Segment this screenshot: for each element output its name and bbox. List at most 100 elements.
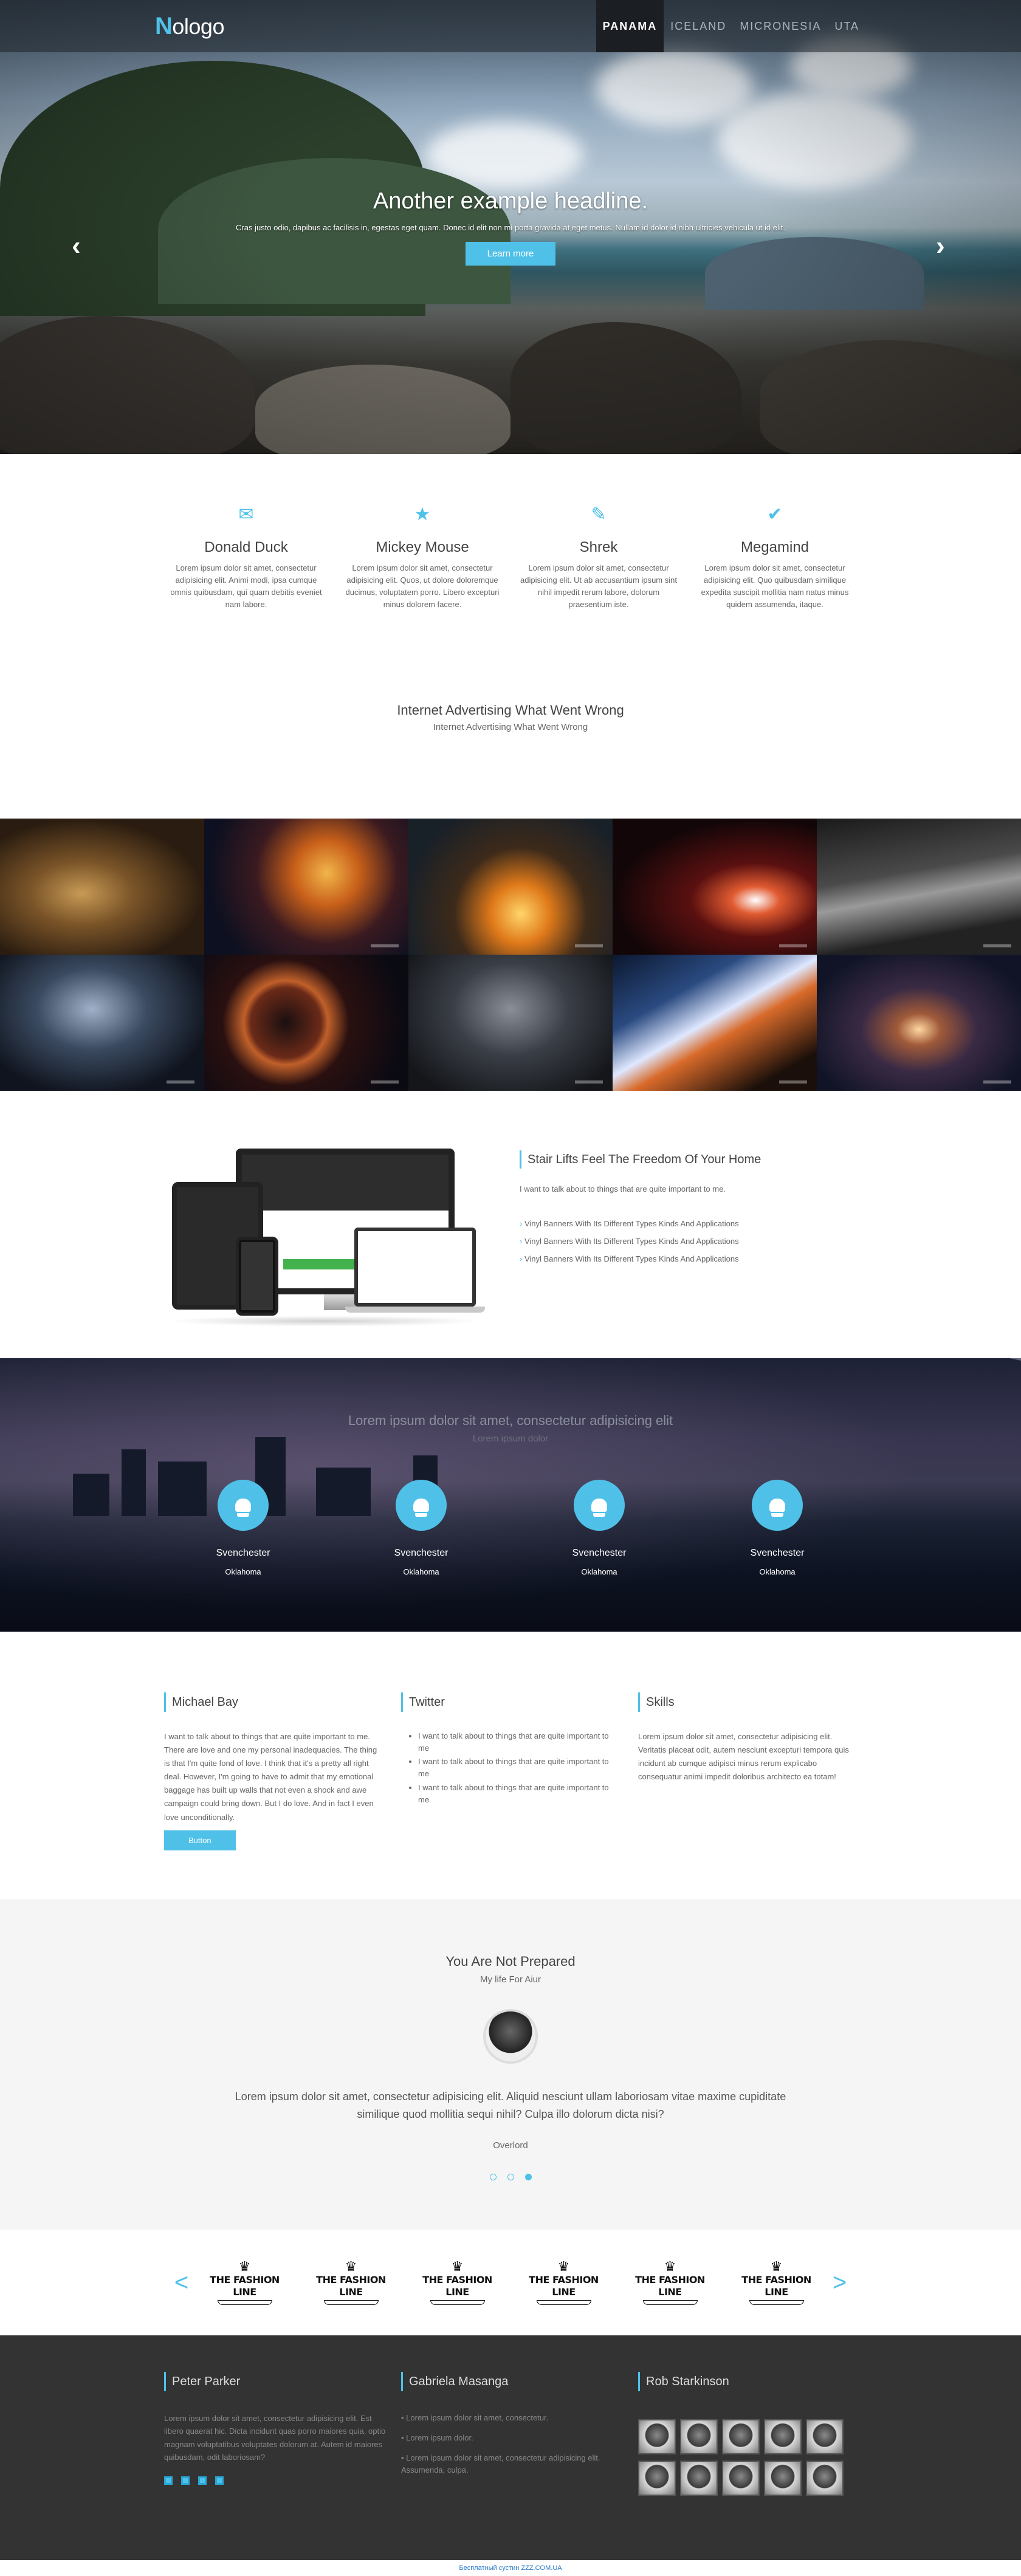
city-stats-section: Lorem ipsum dolor sit amet, consectetur … <box>0 1358 1021 1632</box>
devices-section: Stair Lifts Feel The Freedom Of Your Hom… <box>0 1091 1021 1358</box>
photo-thumb[interactable] <box>764 2419 802 2454</box>
stat-sub: Oklahoma <box>225 1567 261 1576</box>
feature-text: Lorem ipsum dolor sit amet, consectetur … <box>701 563 849 610</box>
photo-thumb[interactable] <box>764 2461 802 2496</box>
photo-thumb[interactable] <box>722 2419 760 2454</box>
clients-carousel: < ♛ THE FASHION LINE ♛ THE FASHION LINE ♛ T… <box>0 2230 1021 2335</box>
main-nav: PANAMA ICELAND MICRONESIA UTA <box>596 0 866 52</box>
photo-thumb[interactable] <box>680 2461 718 2496</box>
tweet-list: I want to talk about to things that are … <box>401 1730 620 1806</box>
devices-list: Vinyl Banners With Its Different Types K… <box>520 1219 775 1263</box>
gallery-image[interactable] <box>613 955 817 1091</box>
android-icon <box>396 1480 447 1531</box>
feature-text: Lorem ipsum dolor sit amet, consectetur … <box>345 563 500 610</box>
photo-thumb[interactable] <box>638 2461 676 2496</box>
feature-item: ✔ Megamind Lorem ipsum dolor sit amet, c… <box>693 503 857 611</box>
hero-carousel: Another example headline. Cras justo odi… <box>0 0 1021 454</box>
skyline-shape <box>316 1468 371 1516</box>
client-logo[interactable]: ♛ THE FASHION LINE <box>200 2260 290 2305</box>
social-icon[interactable] <box>198 2476 207 2485</box>
info-columns: Michael Bay I want to talk about to thin… <box>0 1632 1021 1899</box>
tweet-item: I want to talk about to things that are … <box>418 1730 620 1754</box>
gallery-image[interactable] <box>408 819 613 955</box>
social-icon[interactable] <box>181 2476 190 2485</box>
testimonial-pager <box>0 2173 1021 2180</box>
feature-text: Lorem ipsum dolor sit amet, consectetur … <box>170 563 322 610</box>
gallery-image[interactable] <box>204 819 408 955</box>
footer-title: Rob Starkinson <box>638 2372 863 2391</box>
carousel-next-icon[interactable]: › <box>936 231 945 261</box>
social-icon[interactable] <box>164 2476 173 2485</box>
navbar: Nologo PANAMA ICELAND MICRONESIA UTA <box>0 0 1021 52</box>
photo-grid <box>638 2419 863 2496</box>
column-button[interactable]: Button <box>164 1830 236 1850</box>
clients-prev-icon[interactable]: < <box>163 2269 200 2296</box>
social-icon[interactable] <box>215 2476 224 2485</box>
brand-logo[interactable]: Nologo <box>155 13 224 40</box>
social-links <box>164 2476 389 2485</box>
pencil-icon: ✎ <box>591 504 607 524</box>
gallery-image[interactable] <box>817 819 1021 955</box>
city-title: Lorem ipsum dolor sit amet, consectetur … <box>348 1413 673 1428</box>
skyline-shape <box>122 1449 146 1516</box>
gallery-image[interactable] <box>204 955 408 1091</box>
pager-dot[interactable] <box>489 2173 497 2180</box>
android-icon <box>218 1480 269 1531</box>
intro-title: Internet Advertising What Went Wrong <box>397 702 624 718</box>
skyline-shape <box>73 1474 109 1516</box>
copyright-link[interactable]: Бесплатный сустин ZZZ.COM.UA <box>0 2560 1021 2576</box>
feature-title: Shrek <box>579 539 618 555</box>
gallery-image[interactable] <box>408 955 613 1091</box>
list-item: Vinyl Banners With Its Different Types K… <box>520 1237 775 1246</box>
clients-next-icon[interactable]: > <box>822 2269 858 2296</box>
photo-thumb[interactable] <box>638 2419 676 2454</box>
client-logo[interactable]: ♛ THE FASHION LINE <box>732 2260 822 2305</box>
photo-thumb[interactable] <box>722 2461 760 2496</box>
pager-dot-active[interactable] <box>524 2173 532 2180</box>
features-section: ✉ Donald Duck Lorem ipsum dolor sit amet… <box>0 454 1021 792</box>
nav-item-uta[interactable]: UTA <box>828 0 866 52</box>
footer-column-rob: Rob Starkinson <box>638 2372 863 2496</box>
laptop-mockup <box>354 1228 476 1307</box>
intro-block: Internet Advertising What Went Wrong Int… <box>0 702 1021 732</box>
tweet-item: I want to talk about to things that are … <box>418 1782 620 1806</box>
feature-title: Donald Duck <box>204 539 288 555</box>
gallery-image[interactable] <box>0 955 204 1091</box>
testimonial-author: Overlord <box>493 2140 528 2151</box>
learn-more-button[interactable]: Learn more <box>465 242 556 266</box>
list-item: Vinyl Banners With Its Different Types K… <box>520 1219 775 1228</box>
phone-mockup <box>236 1237 278 1316</box>
photo-thumb[interactable] <box>806 2419 844 2454</box>
footer-column-gabriela: Gabriela Masanga Lorem ipsum dolor sit a… <box>401 2372 626 2484</box>
photo-thumb[interactable] <box>680 2419 718 2454</box>
feature-title: Mickey Mouse <box>376 539 469 555</box>
client-logo[interactable]: ♛ THE FASHION LINE <box>413 2260 503 2305</box>
footer-title: Gabriela Masanga <box>401 2372 626 2391</box>
pager-dot[interactable] <box>507 2173 514 2180</box>
envelope-icon: ✉ <box>238 504 254 524</box>
footer-list-item: Lorem ipsum dolor sit amet, consectetur … <box>401 2452 626 2478</box>
client-logo[interactable]: ♛ THE FASHION LINE <box>519 2260 609 2305</box>
stat-sub: Oklahoma <box>403 1567 439 1576</box>
feature-text: Lorem ipsum dolor sit amet, consectetur … <box>520 563 677 610</box>
carousel-prev-icon[interactable]: ‹ <box>72 231 81 261</box>
stat-sub: Oklahoma <box>759 1567 796 1576</box>
nav-item-iceland[interactable]: ICELAND <box>664 0 733 52</box>
nav-item-micronesia[interactable]: MICRONESIA <box>733 0 828 52</box>
photo-thumb[interactable] <box>806 2461 844 2496</box>
gallery-image[interactable] <box>0 819 204 955</box>
client-logo[interactable]: ♛ THE FASHION LINE <box>625 2260 715 2305</box>
feature-title: Megamind <box>740 539 810 555</box>
feature-item: ✉ Donald Duck Lorem ipsum dolor sit amet… <box>164 503 328 611</box>
testimonial-subtitle: My life For Aiur <box>480 1974 541 1985</box>
gallery-image[interactable] <box>817 955 1021 1091</box>
column-text: I want to talk about to things that are … <box>164 1732 377 1822</box>
hero-text: Cras justo odio, dapibus ac facilisis in… <box>236 223 785 232</box>
gallery-image[interactable] <box>613 819 817 955</box>
info-column-skills: Skills Lorem ipsum dolor sit amet, conse… <box>638 1692 857 1784</box>
client-logo[interactable]: ♛ THE FASHION LINE <box>306 2260 396 2305</box>
nav-item-panama[interactable]: PANAMA <box>596 0 664 52</box>
footer-list: Lorem ipsum dolor sit amet, consectetur.… <box>401 2412 626 2477</box>
responsive-devices-image <box>166 1149 485 1327</box>
column-title: Twitter <box>401 1692 620 1712</box>
